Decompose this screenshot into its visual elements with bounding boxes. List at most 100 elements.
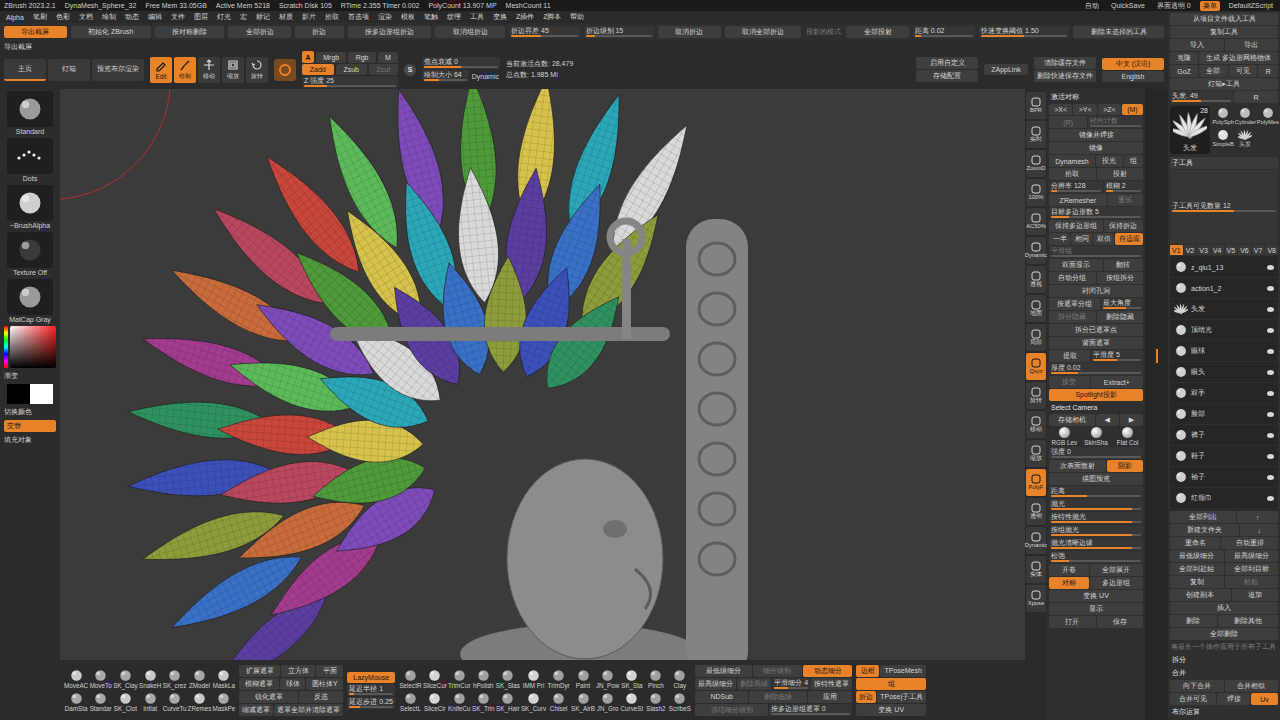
menu-item[interactable]: Z脚本	[543, 12, 561, 22]
slider[interactable]: 松弛	[1049, 551, 1143, 563]
button[interactable]: 组	[1124, 155, 1144, 167]
menu-item[interactable]: 宏	[240, 12, 247, 22]
button[interactable]: 球体	[280, 678, 305, 690]
menu-item[interactable]: 绘制	[102, 12, 116, 22]
menu-item[interactable]: 编辑	[148, 12, 162, 22]
slider[interactable]: 抛光清晰边缘	[1049, 538, 1143, 550]
button[interactable]: 相同	[1071, 233, 1092, 245]
brush-button[interactable]: hPolish	[472, 668, 495, 690]
menu-item[interactable]: 工具	[470, 12, 484, 22]
brush-button[interactable]: Standar	[89, 691, 112, 713]
brush-button[interactable]: ZModel	[188, 668, 212, 690]
button[interactable]: 向下合并	[1170, 680, 1224, 692]
channel-button[interactable]: Mrgb	[316, 52, 346, 63]
material-swatch[interactable]: SkinSha	[1081, 427, 1112, 446]
button[interactable]: 最低级细分	[1170, 550, 1224, 562]
button[interactable]: 圆柱体Y	[306, 678, 343, 690]
button[interactable]: ▶	[1120, 414, 1143, 426]
brush-button[interactable]: SnakeH	[139, 668, 162, 690]
button[interactable]: 折边	[856, 691, 876, 703]
view-button[interactable]: ZoomD	[1026, 150, 1046, 177]
button[interactable]: 镜像并焊接	[1049, 129, 1143, 141]
menu-item[interactable]: 色彩	[56, 12, 70, 22]
button[interactable]: 全部投射	[846, 26, 909, 38]
slider[interactable]: 平滑度 5	[1091, 350, 1143, 362]
slider[interactable]: 焦点衰减 0	[422, 57, 500, 69]
button[interactable]: 粘贴	[1225, 576, 1279, 588]
button[interactable]: 保持折边	[1104, 220, 1144, 232]
brush-button[interactable]: KnifeCu	[448, 691, 471, 713]
brush-button[interactable]: SliceCur	[423, 668, 447, 690]
title-button[interactable]: 自动	[1082, 1, 1102, 11]
brush-button[interactable]: IMM Pri	[521, 668, 546, 690]
current-tool[interactable]: 28头发	[1170, 106, 1210, 154]
menu-item[interactable]: 灯光	[217, 12, 231, 22]
button[interactable]: 中文 (汉语)	[1102, 58, 1164, 70]
mode-button[interactable]: 旋转	[246, 57, 268, 83]
subtool-item[interactable]: 眼球	[1171, 341, 1277, 362]
button[interactable]: 全部折边	[228, 26, 291, 38]
button[interactable]: NDSub	[695, 691, 748, 703]
button[interactable]: 动态细分	[803, 665, 852, 677]
button[interactable]: 提取	[1049, 350, 1090, 362]
menu-item[interactable]: 动态	[125, 12, 139, 22]
tool-thumbnail[interactable]: PolyMes	[1258, 106, 1278, 126]
button[interactable]: 显示	[1049, 603, 1143, 615]
scroll-marker[interactable]	[1156, 349, 1158, 363]
button[interactable]: R	[1258, 65, 1278, 77]
button[interactable]: 对称	[1049, 577, 1089, 589]
button[interactable]: 多边形组	[1090, 577, 1144, 589]
button[interactable]: 启用自定义	[916, 57, 978, 69]
hair-strand[interactable]	[531, 284, 635, 401]
button[interactable]: 保存	[1097, 616, 1144, 628]
s-toggle[interactable]: S	[404, 64, 416, 76]
button[interactable]: 按对称删除	[155, 26, 225, 38]
view-button[interactable]: 透视	[1026, 266, 1046, 293]
button[interactable]: English	[1102, 71, 1164, 82]
channel-button[interactable]: M	[378, 52, 398, 63]
title-button[interactable]: QuickSave	[1108, 2, 1148, 9]
brush-button[interactable]: TrimCur	[448, 668, 471, 690]
button[interactable]: 导出	[1225, 39, 1279, 51]
view-button[interactable]: 实体	[1026, 556, 1046, 583]
button[interactable]: 扩展遮罩	[239, 665, 280, 677]
brush-button[interactable]: SK_Trin	[472, 691, 495, 713]
slider[interactable]: 厚度 0.02	[1049, 363, 1143, 375]
title-button[interactable]: 界面透明 0	[1154, 1, 1194, 11]
section-header[interactable]: 拆分	[1170, 654, 1278, 666]
button[interactable]: 重命名	[1170, 537, 1220, 549]
tray-thumbnail[interactable]: Texture Off	[7, 232, 53, 276]
button[interactable]: 删除其他	[1218, 615, 1279, 627]
brush-button[interactable]: Paint	[571, 668, 595, 690]
button[interactable]: 次表面散射	[1049, 460, 1106, 472]
button[interactable]: 导出截屏	[4, 26, 67, 38]
brush-button[interactable]: Clay	[668, 668, 691, 690]
slider[interactable]: 绘制大小 64	[422, 70, 469, 82]
title-button[interactable]: 菜单	[1200, 1, 1220, 11]
slider[interactable]: 按组抛光	[1049, 525, 1143, 537]
material-swatch[interactable]: Flat Col	[1112, 427, 1143, 446]
z-mode-button[interactable]: Zsub	[336, 64, 367, 75]
button[interactable]: 灯箱▸工具	[1170, 78, 1278, 90]
view-button[interactable]: AC50%	[1026, 208, 1046, 235]
brush-button[interactable]: JN_Gro	[596, 691, 619, 713]
subtool-item[interactable]: action1_2	[1171, 278, 1277, 299]
visibility-icon[interactable]	[1267, 433, 1274, 438]
button[interactable]: 缩减遮罩	[239, 704, 273, 716]
subtool-item[interactable]: 鞋子	[1171, 446, 1277, 467]
brush-button[interactable]: TrimDyr	[547, 668, 570, 690]
version-tab[interactable]: V3	[1197, 245, 1210, 255]
tray-thumbnail[interactable]: MatCap Gray	[7, 279, 53, 323]
hair-model-front[interactable]	[306, 255, 635, 569]
view-button[interactable]: 地面	[1026, 295, 1046, 322]
button[interactable]: 可见	[1229, 65, 1258, 77]
visibility-icon[interactable]	[1267, 328, 1274, 333]
color-picker[interactable]	[10, 326, 56, 368]
button[interactable]: ZRemesher	[1049, 194, 1107, 206]
brush-button[interactable]: ScribeS	[668, 691, 691, 713]
button[interactable]: ↓	[1240, 524, 1278, 536]
visibility-icon[interactable]	[1267, 391, 1274, 396]
button[interactable]: (M)	[1122, 104, 1143, 115]
visibility-icon[interactable]	[1267, 496, 1274, 501]
visibility-icon[interactable]	[1267, 286, 1274, 291]
